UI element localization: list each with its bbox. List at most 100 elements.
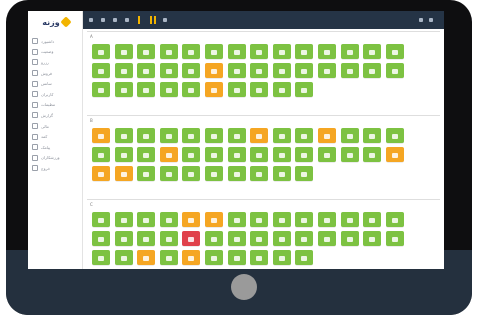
seat-button[interactable] — [295, 212, 314, 227]
expand-icon[interactable] — [163, 18, 167, 22]
seat-button[interactable] — [227, 82, 246, 97]
seat-button[interactable] — [114, 166, 133, 181]
seat-button[interactable] — [295, 82, 314, 97]
seat-button[interactable] — [92, 231, 110, 246]
seat-button[interactable] — [272, 128, 291, 143]
seat-button[interactable] — [114, 231, 133, 246]
seat-button[interactable] — [227, 212, 246, 227]
seat-button[interactable] — [295, 166, 314, 181]
seat-button[interactable] — [114, 212, 133, 227]
seat-button[interactable] — [272, 231, 291, 246]
seat-button[interactable] — [250, 63, 269, 78]
app-logo[interactable]: وزنه — [32, 14, 80, 30]
seat-button[interactable] — [340, 44, 359, 59]
seat-button[interactable] — [272, 212, 291, 227]
seat-button[interactable] — [295, 147, 314, 162]
seat-button[interactable] — [205, 147, 223, 162]
seat-button[interactable] — [205, 44, 223, 59]
sidebar-item[interactable]: ورزشکاران — [28, 153, 82, 164]
seat-button[interactable] — [385, 231, 404, 246]
seat-button[interactable] — [318, 63, 336, 78]
seat-button[interactable] — [182, 82, 201, 97]
seat-button[interactable] — [250, 250, 269, 265]
seat-button[interactable] — [340, 147, 359, 162]
seat-button[interactable] — [159, 44, 178, 59]
seat-button[interactable] — [182, 231, 201, 246]
seat-button[interactable] — [137, 166, 156, 181]
seat-button[interactable] — [92, 250, 110, 265]
seat-button[interactable] — [318, 128, 336, 143]
seat-button[interactable] — [363, 212, 382, 227]
seat-button[interactable] — [272, 250, 291, 265]
sidebar-item[interactable]: سانس — [28, 78, 82, 89]
seat-button[interactable] — [137, 63, 156, 78]
seat-button[interactable] — [227, 44, 246, 59]
seat-button[interactable] — [250, 128, 269, 143]
seat-button[interactable] — [137, 212, 156, 227]
seat-button[interactable] — [159, 128, 178, 143]
seat-button[interactable] — [250, 231, 269, 246]
seat-button[interactable] — [363, 44, 382, 59]
seat-button[interactable] — [114, 128, 133, 143]
seat-button[interactable] — [159, 231, 178, 246]
seat-button[interactable] — [92, 147, 110, 162]
seat-button[interactable] — [340, 231, 359, 246]
seat-button[interactable] — [182, 128, 201, 143]
sidebar-item[interactable]: فروش — [28, 68, 82, 79]
seat-button[interactable] — [363, 128, 382, 143]
seat-button[interactable] — [182, 166, 201, 181]
menu-icon[interactable] — [89, 18, 93, 22]
seat-button[interactable] — [272, 82, 291, 97]
seat-button[interactable] — [182, 63, 201, 78]
seat-button[interactable] — [205, 63, 223, 78]
seat-button[interactable] — [227, 147, 246, 162]
seat-button[interactable] — [159, 166, 178, 181]
seat-button[interactable] — [182, 250, 201, 265]
seat-button[interactable] — [295, 44, 314, 59]
seat-button[interactable] — [205, 250, 223, 265]
seat-button[interactable] — [295, 63, 314, 78]
sidebar-item[interactable]: خروج — [28, 163, 82, 174]
sidebar-item[interactable]: داشبورد — [28, 36, 82, 47]
seat-button[interactable] — [137, 231, 156, 246]
seat-button[interactable] — [272, 166, 291, 181]
seat-button[interactable] — [340, 63, 359, 78]
seat-button[interactable] — [363, 147, 382, 162]
refresh-icon[interactable] — [113, 18, 117, 22]
seat-button[interactable] — [363, 231, 382, 246]
seat-button[interactable] — [227, 231, 246, 246]
seat-button[interactable] — [385, 44, 404, 59]
seat-button[interactable] — [137, 128, 156, 143]
seat-button[interactable] — [272, 63, 291, 78]
home-button[interactable] — [231, 274, 257, 300]
seat-button[interactable] — [250, 147, 269, 162]
seat-button[interactable] — [227, 166, 246, 181]
seat-button[interactable] — [205, 128, 223, 143]
seat-button[interactable] — [114, 44, 133, 59]
seat-button[interactable] — [295, 231, 314, 246]
seat-button[interactable] — [92, 82, 110, 97]
seat-button[interactable] — [205, 231, 223, 246]
seat-button[interactable] — [363, 63, 382, 78]
seat-button[interactable] — [385, 63, 404, 78]
sidebar-item[interactable]: کمد — [28, 131, 82, 142]
seat-button[interactable] — [114, 250, 133, 265]
seat-button[interactable] — [182, 212, 201, 227]
seat-button[interactable] — [92, 212, 110, 227]
sidebar-item[interactable]: پیامک — [28, 142, 82, 153]
seat-button[interactable] — [92, 63, 110, 78]
notification-icon[interactable] — [419, 18, 423, 22]
seat-button[interactable] — [114, 63, 133, 78]
seat-button[interactable] — [318, 147, 336, 162]
seat-button[interactable] — [137, 82, 156, 97]
seat-button[interactable] — [295, 250, 314, 265]
seat-button[interactable] — [272, 44, 291, 59]
sidebar-item[interactable]: وضعیت — [28, 47, 82, 58]
seat-button[interactable] — [385, 128, 404, 143]
seat-button[interactable] — [205, 82, 223, 97]
seat-button[interactable] — [250, 212, 269, 227]
seat-button[interactable] — [318, 231, 336, 246]
seat-button[interactable] — [227, 63, 246, 78]
seat-button[interactable] — [295, 128, 314, 143]
seat-button[interactable] — [92, 166, 110, 181]
